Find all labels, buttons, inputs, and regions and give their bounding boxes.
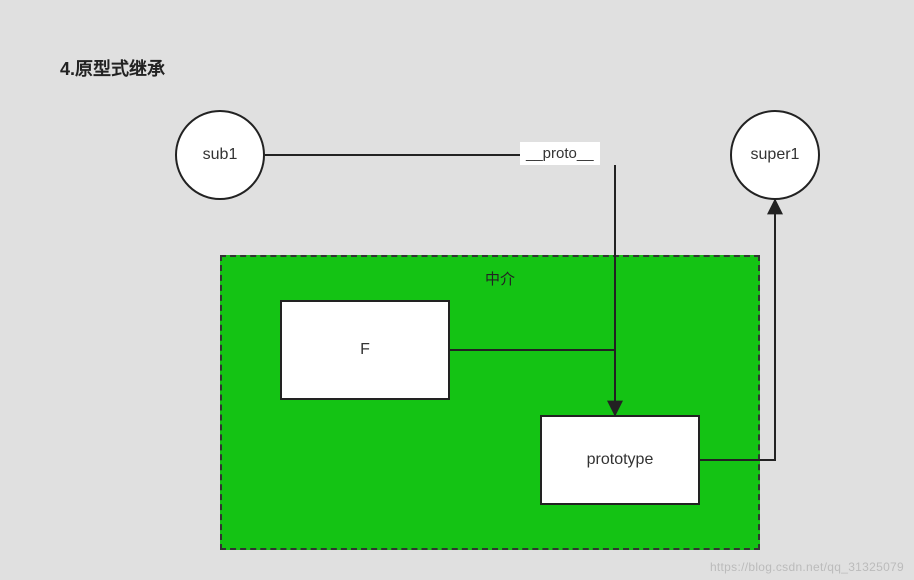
node-sub1-label: sub1 <box>203 146 238 164</box>
node-sub1-circle: sub1 <box>175 110 265 200</box>
node-super1-circle: super1 <box>730 110 820 200</box>
watermark-text: https://blog.csdn.net/qq_31325079 <box>710 560 904 574</box>
edge-proto-label: __proto__ <box>520 142 600 165</box>
node-prototype-label: prototype <box>587 451 654 469</box>
node-super1-label: super1 <box>751 146 800 164</box>
node-f-label: F <box>360 341 370 359</box>
mediator-group-title: 中介 <box>485 268 515 289</box>
diagram-title: 4.原型式继承 <box>60 55 165 81</box>
node-prototype-box: prototype <box>540 415 700 505</box>
node-f-box: F <box>280 300 450 400</box>
